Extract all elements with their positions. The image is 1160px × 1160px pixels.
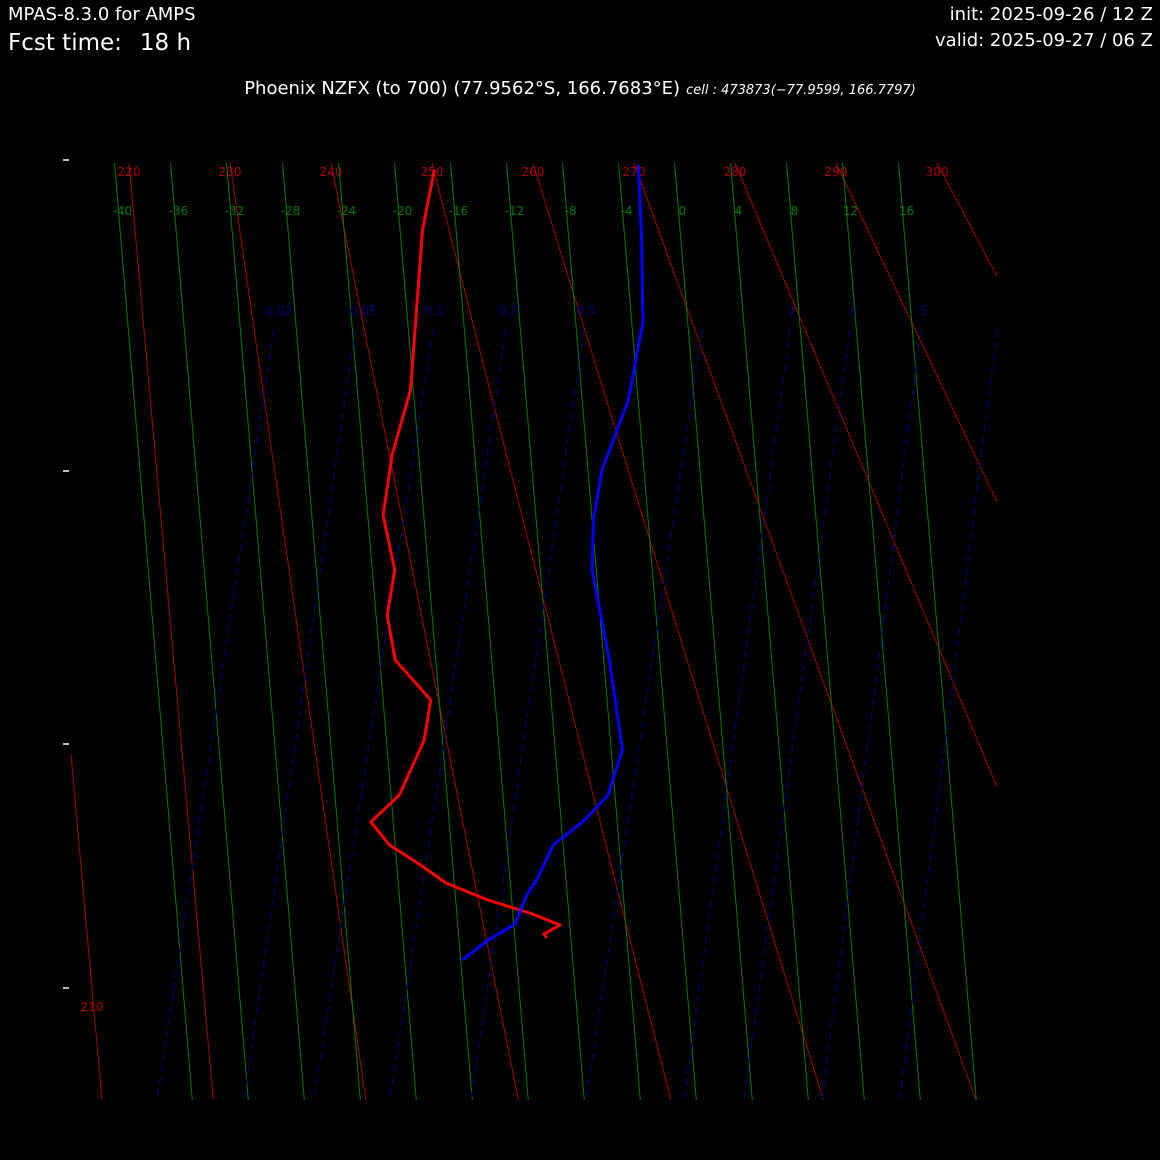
isotherm-label: -12 <box>505 204 525 218</box>
isotherm-label: -16 <box>449 204 469 218</box>
isotherm <box>618 162 697 1101</box>
mixing-ratio-label: 0.5 <box>576 304 595 318</box>
mixing-ratio-label: 0.2 <box>498 304 517 318</box>
dry-adiabat <box>128 162 214 1101</box>
isotherm-label: -28 <box>281 204 301 218</box>
mixing-ratio-line <box>243 329 356 1101</box>
mixing-ratio-line <box>585 329 703 1101</box>
isotherm-label: -8 <box>565 204 577 218</box>
isotherm-label: -24 <box>337 204 357 218</box>
isotherm-label: -36 <box>169 204 189 218</box>
mixing-ratio-label: 2 <box>788 304 796 318</box>
isotherm <box>898 162 977 1101</box>
dry-adiabat <box>431 162 672 1101</box>
isotherm-label: 4 <box>735 204 743 218</box>
mixing-ratio-label: 0.1 <box>424 304 443 318</box>
isotherm-label: -32 <box>225 204 245 218</box>
dry-adiabat-label: 260 <box>522 165 545 179</box>
isotherm <box>506 162 585 1101</box>
mixing-ratio-line <box>899 329 998 1101</box>
isotherm <box>674 162 753 1101</box>
dry-adiabat <box>70 754 103 1101</box>
isotherm-label: 16 <box>899 204 914 218</box>
dry-adiabat-label: 300 <box>926 165 949 179</box>
mixing-ratio-line <box>470 329 585 1101</box>
isotherm-label: 0 <box>679 204 687 218</box>
mixing-ratio-label: 5 <box>919 304 927 318</box>
skew-t-chart: 210220 230 240 250 260 270 280 290 300-40 -36 -32-… <box>63 159 998 1101</box>
isotherm-label: 12 <box>843 204 858 218</box>
dry-adiabat <box>229 162 367 1101</box>
isotherm <box>170 162 249 1101</box>
mixing-ratio-line <box>743 329 851 1101</box>
dewpoint-profile <box>461 164 645 962</box>
dry-adiabat-label: 280 <box>724 165 747 179</box>
isotherm-label: 8 <box>791 204 799 218</box>
mixing-ratio-line <box>389 329 507 1101</box>
isotherm-label: -20 <box>393 204 413 218</box>
mixing-ratio-line <box>313 329 434 1101</box>
isotherm <box>282 162 361 1101</box>
dry-adiabat-label: 270 <box>623 165 646 179</box>
mixing-ratio-line <box>821 329 922 1101</box>
isotherm <box>114 162 193 1101</box>
mixing-ratio-label: 0.05 <box>350 304 377 318</box>
isotherm-label: -40 <box>113 204 133 218</box>
mixing-ratio-label: 0.02 <box>266 304 293 318</box>
dry-adiabat-label: 210 <box>81 1000 104 1014</box>
mixing-ratio-line <box>156 329 275 1101</box>
dry-adiabat <box>936 162 998 277</box>
dry-adiabat-label: 220 <box>118 165 141 179</box>
isotherm <box>562 162 641 1101</box>
dry-adiabat <box>835 162 998 503</box>
isotherm <box>730 162 809 1101</box>
mixing-ratio-label: 3 <box>848 304 856 318</box>
isotherm-label: -4 <box>621 204 633 218</box>
dry-adiabat-label: 230 <box>219 165 242 179</box>
